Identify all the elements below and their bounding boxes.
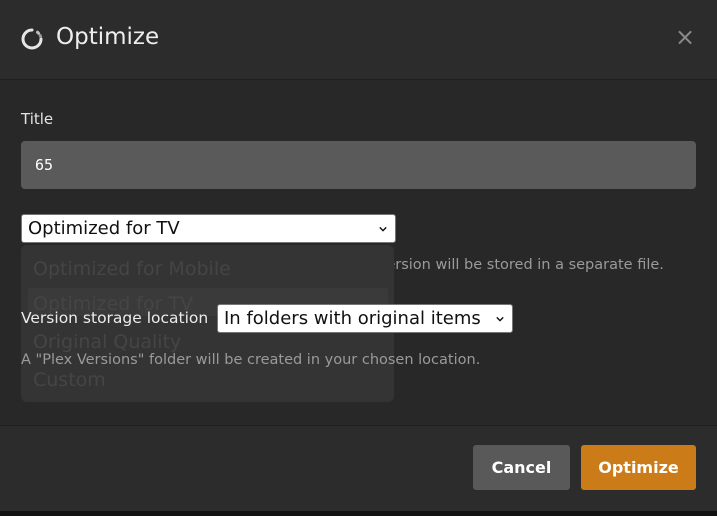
storage-description: A "Plex Versions" folder will be created… <box>21 352 481 368</box>
dialog-header: Optimize × <box>0 0 717 80</box>
loading-spinner-icon <box>21 28 43 50</box>
title-field-label: Title <box>21 110 54 128</box>
dropdown-option-original[interactable]: Original Quality <box>33 330 181 354</box>
dropdown-option-mobile[interactable]: Optimized for Mobile <box>33 257 231 281</box>
close-button[interactable]: × <box>672 22 698 52</box>
chevron-down-icon <box>496 316 504 322</box>
dialog-body: Title Plex will convert your media to th… <box>0 80 717 425</box>
dropdown-option-custom[interactable]: Custom <box>33 368 106 392</box>
close-icon[interactable]: × <box>675 23 695 51</box>
storage-select-value: In folders with original items <box>224 308 481 329</box>
title-input[interactable] <box>21 141 696 189</box>
quality-select-value: Optimized for TV <box>28 218 180 239</box>
dialog-footer: Cancel Optimize <box>0 425 717 511</box>
storage-location-select[interactable]: In folders with original items <box>217 304 513 333</box>
storage-location-label: Version storage location <box>21 309 209 327</box>
dialog-title: Optimize <box>56 24 160 50</box>
chevron-down-icon <box>379 226 387 232</box>
optimize-dialog: Optimize × Title Plex will convert your … <box>0 0 717 511</box>
optimize-button[interactable]: Optimize <box>581 445 696 490</box>
quality-select[interactable]: Optimized for TV <box>21 214 396 243</box>
cancel-button[interactable]: Cancel <box>473 445 570 490</box>
